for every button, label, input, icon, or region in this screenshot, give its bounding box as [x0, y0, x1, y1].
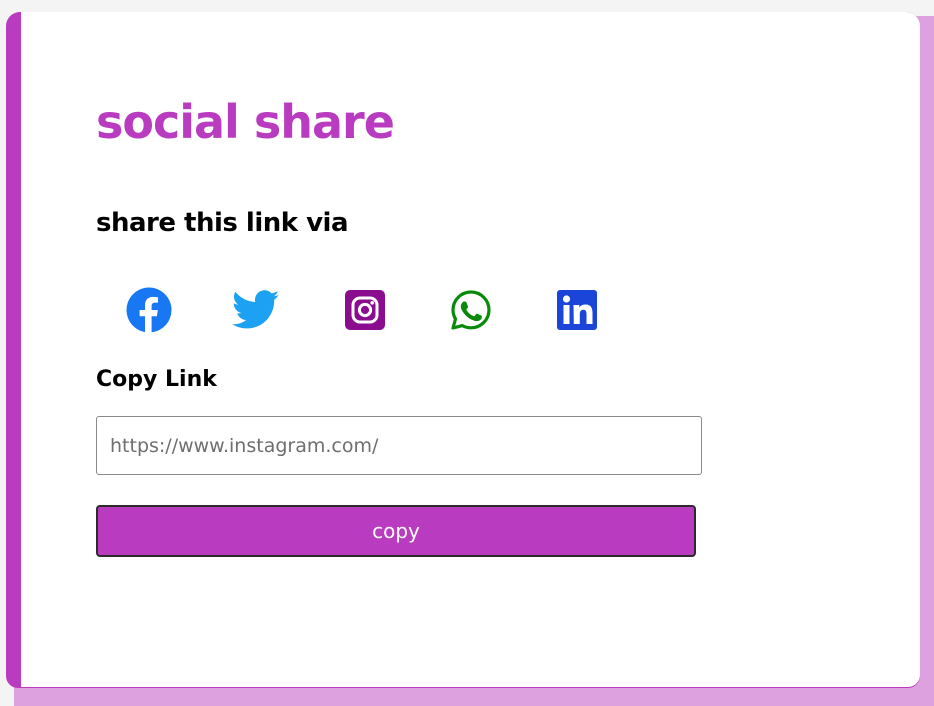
facebook-icon [126, 287, 172, 333]
page: social share share this link via Copy Li… [0, 0, 934, 706]
instagram-icon [345, 290, 385, 330]
page-title: social share [96, 95, 395, 149]
copy-link-heading: Copy Link [96, 367, 217, 392]
linkedin-icon [557, 290, 597, 330]
facebook-share-button[interactable] [125, 286, 173, 334]
link-input[interactable] [96, 416, 702, 475]
twitter-share-button[interactable] [232, 286, 280, 334]
whatsapp-icon [451, 290, 491, 330]
instagram-share-button[interactable] [341, 286, 389, 334]
twitter-icon [232, 290, 280, 329]
copy-button[interactable]: copy [96, 505, 696, 557]
whatsapp-share-button[interactable] [447, 286, 495, 334]
linkedin-share-button[interactable] [553, 286, 601, 334]
share-card: social share share this link via Copy Li… [21, 12, 920, 687]
share-heading: share this link via [96, 208, 349, 238]
